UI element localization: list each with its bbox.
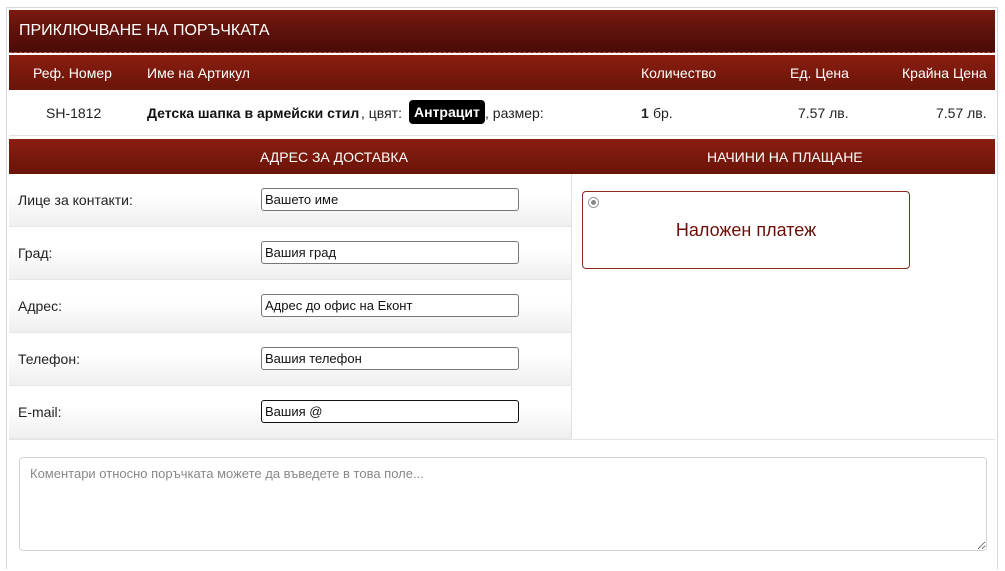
column-header-name: Име на Артикул — [147, 65, 250, 81]
form-row-address: Адрес: — [9, 280, 571, 333]
color-badge: Антрацит — [409, 100, 485, 124]
ref-number: SH-1812 — [46, 105, 102, 121]
delivery-section-title: АДРЕС ЗА ДОСТАВКА — [260, 149, 408, 165]
column-header-ref: Реф. Номер — [33, 65, 112, 81]
title-bar: ПРИКЛЮЧВАНЕ НА ПОРЪЧКАТА — [9, 10, 995, 53]
table-row: SH-1812 Детска шапка в армейски стил , ц… — [9, 90, 995, 136]
total-price: 7.57 лв. — [936, 105, 987, 121]
payment-option-label: Наложен платеж — [675, 220, 817, 240]
form-row-phone: Телефон: — [9, 333, 571, 386]
column-header-unit-price: Ед. Цена — [790, 65, 849, 81]
column-header-total-price: Крайна Цена — [902, 65, 987, 81]
product-name[interactable]: Детска шапка в армейски стил — [147, 105, 359, 121]
comments-area — [9, 439, 995, 571]
unit-price: 7.57 лв. — [798, 105, 849, 121]
checkout-panel: ПРИКЛЮЧВАНЕ НА ПОРЪЧКАТА Реф. Номер Име … — [6, 7, 998, 569]
phone-label: Телефон: — [18, 351, 80, 367]
qty-value: 1 — [641, 105, 649, 121]
section-header-bar: АДРЕС ЗА ДОСТАВКА НАЧИНИ НА ПЛАЩАНЕ — [9, 139, 995, 174]
payment-section-title: НАЧИНИ НА ПЛАЩАНЕ — [707, 149, 863, 165]
contact-label: Лице за контакти: — [18, 192, 133, 208]
payment-radio[interactable] — [588, 197, 599, 208]
form-row-city: Град: — [9, 227, 571, 280]
size-label: , размер: — [485, 105, 544, 121]
city-label: Град: — [18, 245, 53, 261]
form-row-email: E-mail: — [9, 386, 571, 439]
address-input[interactable] — [261, 294, 519, 317]
page-title: ПРИКЛЮЧВАНЕ НА ПОРЪЧКАТА — [19, 22, 270, 39]
qty-unit: бр. — [653, 105, 673, 121]
delivery-form: Лице за контакти: Град: Адрес: Телефон: … — [9, 174, 572, 439]
table-header: Реф. Номер Име на Артикул Количество Ед.… — [9, 55, 995, 90]
contact-name-input[interactable] — [261, 188, 519, 211]
comments-textarea[interactable] — [19, 457, 987, 551]
city-input[interactable] — [261, 241, 519, 264]
color-label: , цвят: — [361, 105, 402, 121]
email-label: E-mail: — [18, 404, 62, 420]
email-input[interactable] — [261, 400, 519, 423]
phone-input[interactable] — [261, 347, 519, 370]
form-row-contact: Лице за контакти: — [9, 174, 571, 227]
address-label: Адрес: — [18, 298, 62, 314]
column-header-qty: Количество — [641, 65, 717, 81]
payment-option-cod[interactable]: Наложен платеж — [582, 191, 910, 269]
